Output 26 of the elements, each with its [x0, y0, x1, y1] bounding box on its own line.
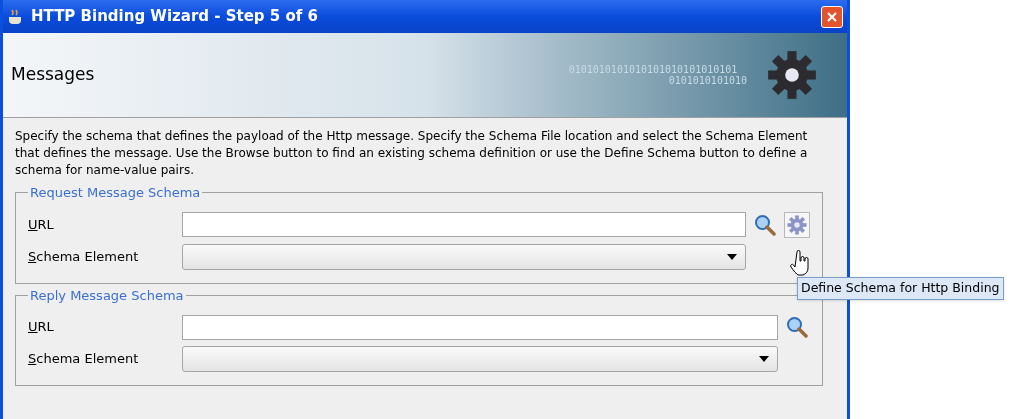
field-label: URL	[28, 318, 55, 337]
field-label: Schema Element	[28, 350, 140, 369]
url-field[interactable]	[182, 314, 778, 340]
search-button[interactable]	[784, 314, 810, 340]
group-title: Reply Message Schema	[29, 286, 185, 305]
hand-cursor-icon	[790, 250, 812, 276]
description-text: Specify the schema that defines the payload of the Http message. Specify the Schema File location and select the Schema Element that defines the message. Use the Browse button to find an existing schema definition or use the Define Schema button to define a schema for name-value pairs.	[14, 128, 809, 179]
dropdown-arrow-icon	[727, 253, 737, 260]
schema-element-dropdown[interactable]	[182, 243, 746, 270]
window-title: HTTP Binding Wizard - Step 5 of 6	[31, 6, 319, 28]
url-field[interactable]	[182, 212, 746, 237]
dropdown-arrow-icon	[759, 356, 769, 362]
group-title: Request Message Schema	[29, 184, 202, 202]
gear-icon	[787, 214, 807, 235]
gear-icon	[767, 50, 817, 100]
close-icon	[826, 10, 838, 23]
binary-text: 0101010101010	[667, 75, 747, 86]
define-schema-button[interactable]	[784, 211, 810, 238]
schema-element-dropdown[interactable]	[182, 346, 778, 372]
close-button[interactable]	[821, 5, 843, 28]
search-icon	[754, 213, 776, 236]
field-label: Schema Element	[28, 247, 140, 266]
page-title: Messages	[10, 63, 96, 87]
field-label: URL	[28, 215, 55, 234]
tooltip: Define Schema for Http Binding	[797, 277, 1004, 300]
search-icon	[786, 316, 808, 338]
